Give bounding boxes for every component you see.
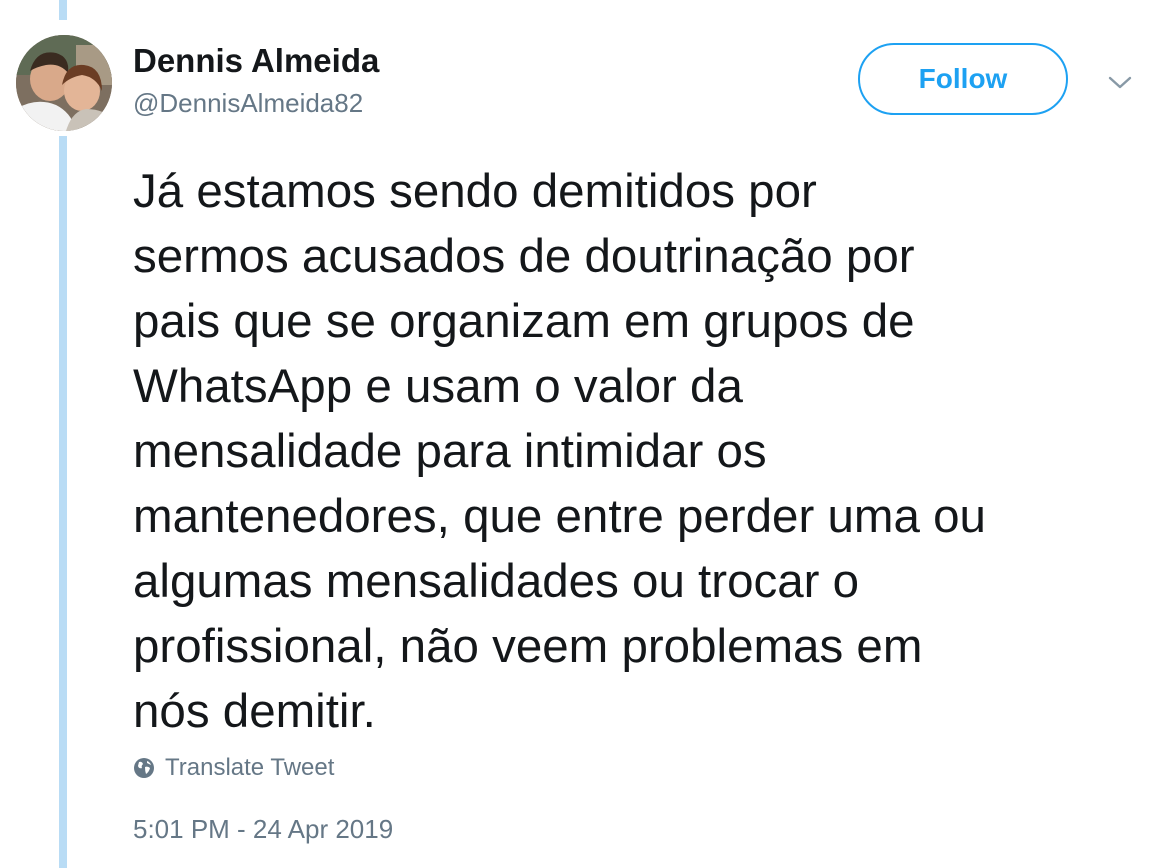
tweet-text-line: profissional, não veem problemas em [133, 620, 923, 673]
tweet-text-line: nós demitir. [133, 685, 376, 738]
translate-tweet-label[interactable]: Translate Tweet [165, 754, 334, 782]
tweet-text-line: WhatsApp e usam o valor da [133, 360, 743, 413]
tweet-text-line: Já estamos sendo demitidos por [133, 165, 817, 218]
author-handle[interactable]: @DennisAlmeida82 [133, 88, 363, 119]
tweet-text: Já estamos sendo demitidos por sermos ac… [133, 159, 1143, 744]
thread-connector-top [59, 0, 67, 20]
follow-button[interactable]: Follow [858, 43, 1068, 115]
tweet-timestamp[interactable]: 5:01 PM - 24 Apr 2019 [133, 814, 393, 845]
tweet-text-line: pais que se organizam em grupos de [133, 295, 915, 348]
chevron-down-icon [1108, 76, 1132, 89]
avatar-photo [16, 35, 112, 131]
thread-connector [59, 136, 67, 868]
tweet-card: Dennis Almeida @DennisAlmeida82 Follow J… [0, 0, 1174, 868]
translate-tweet-link[interactable]: Translate Tweet [133, 754, 334, 782]
tweet-menu-button[interactable] [1100, 66, 1140, 100]
globe-icon [133, 757, 155, 779]
tweet-text-line: sermos acusados de doutrinação por [133, 230, 915, 283]
avatar[interactable] [16, 35, 112, 131]
tweet-text-line: algumas mensalidades ou trocar o [133, 555, 860, 608]
tweet-text-line: mantenedores, que entre perder uma ou [133, 490, 986, 543]
tweet-text-line: mensalidade para intimidar os [133, 425, 767, 478]
author-display-name[interactable]: Dennis Almeida [133, 42, 379, 80]
